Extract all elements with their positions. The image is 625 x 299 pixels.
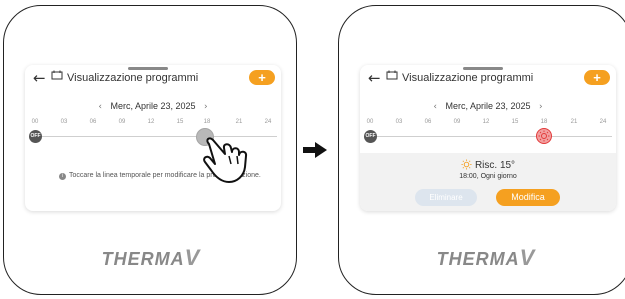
tick-label: 18 xyxy=(203,119,211,125)
brand-suffix: V xyxy=(184,245,201,270)
prev-day-button[interactable]: ‹ xyxy=(98,102,102,112)
schedule-time: 18:00, Ogni giorno xyxy=(459,173,517,180)
screen-handle xyxy=(463,67,503,70)
add-button[interactable]: + xyxy=(249,70,275,85)
device-frame-left: ← Visualizzazione programmi + ‹ Merc, Ap… xyxy=(3,5,297,295)
timeline-ticks: 00 03 06 09 12 15 18 21 24 xyxy=(25,119,281,129)
tick-label: 00 xyxy=(366,119,374,125)
right-arrow-icon xyxy=(303,142,327,158)
device-frame-right: ← Visualizzazione programmi + ‹ Merc, Ap… xyxy=(338,5,625,295)
mode-temperature: Risc. 15° xyxy=(474,160,516,171)
modify-button[interactable]: Modifica xyxy=(496,189,560,206)
brand-logo: THERMAV xyxy=(4,245,298,271)
pointing-hand-icon xyxy=(203,137,248,183)
tick-label: 18 xyxy=(540,119,548,125)
date-selector: ‹ Merc, Aprile 23, 2025 › xyxy=(25,101,281,115)
screen-right: ← Visualizzazione programmi + ‹ Merc, Ap… xyxy=(360,65,616,211)
tick-label: 15 xyxy=(176,119,184,125)
date-selector: ‹ Merc, Aprile 23, 2025 › xyxy=(360,101,616,115)
prev-day-button[interactable]: ‹ xyxy=(433,102,437,112)
brand-name: THERMA xyxy=(101,249,185,269)
tick-label: 06 xyxy=(424,119,432,125)
next-day-button[interactable]: › xyxy=(204,102,208,112)
brand-logo: THERMAV xyxy=(339,245,625,271)
sun-icon xyxy=(461,159,472,170)
sun-icon xyxy=(538,130,550,142)
info-icon: i xyxy=(59,173,66,180)
off-badge: OFF xyxy=(364,130,377,143)
timeline-ticks: 00 03 06 09 12 15 18 21 24 xyxy=(360,119,616,129)
page-title: Visualizzazione programmi xyxy=(402,72,534,84)
program-view-icon xyxy=(386,70,398,80)
tick-label: 03 xyxy=(395,119,403,125)
program-view-icon xyxy=(51,70,63,80)
back-arrow-icon[interactable]: ← xyxy=(368,69,381,87)
program-mode: Risc. 15° xyxy=(360,159,616,171)
brand-name: THERMA xyxy=(436,249,520,269)
page-title: Visualizzazione programmi xyxy=(67,72,199,84)
tick-label: 03 xyxy=(60,119,68,125)
back-arrow-icon[interactable]: ← xyxy=(33,69,46,87)
current-date: Merc, Aprile 23, 2025 xyxy=(110,101,196,111)
current-date: Merc, Aprile 23, 2025 xyxy=(445,101,531,111)
next-day-button[interactable]: › xyxy=(539,102,543,112)
screen-handle xyxy=(128,67,168,70)
tick-label: 24 xyxy=(599,119,607,125)
tick-label: 21 xyxy=(570,119,578,125)
tick-label: 12 xyxy=(482,119,490,125)
brand-suffix: V xyxy=(519,245,536,270)
tick-label: 06 xyxy=(89,119,97,125)
tick-label: 09 xyxy=(453,119,461,125)
add-button[interactable]: + xyxy=(584,70,610,85)
tick-label: 24 xyxy=(264,119,272,125)
off-badge: OFF xyxy=(29,130,42,143)
tick-label: 09 xyxy=(118,119,126,125)
tick-label: 15 xyxy=(511,119,519,125)
timeline-track[interactable] xyxy=(374,136,612,137)
tick-label: 00 xyxy=(31,119,39,125)
schedule-marker[interactable] xyxy=(536,128,552,144)
schedule-detail-panel: Risc. 15° 18:00, Ogni giorno Eliminare M… xyxy=(360,153,616,211)
tick-label: 12 xyxy=(147,119,155,125)
tick-label: 21 xyxy=(235,119,243,125)
delete-button[interactable]: Eliminare xyxy=(415,189,477,206)
